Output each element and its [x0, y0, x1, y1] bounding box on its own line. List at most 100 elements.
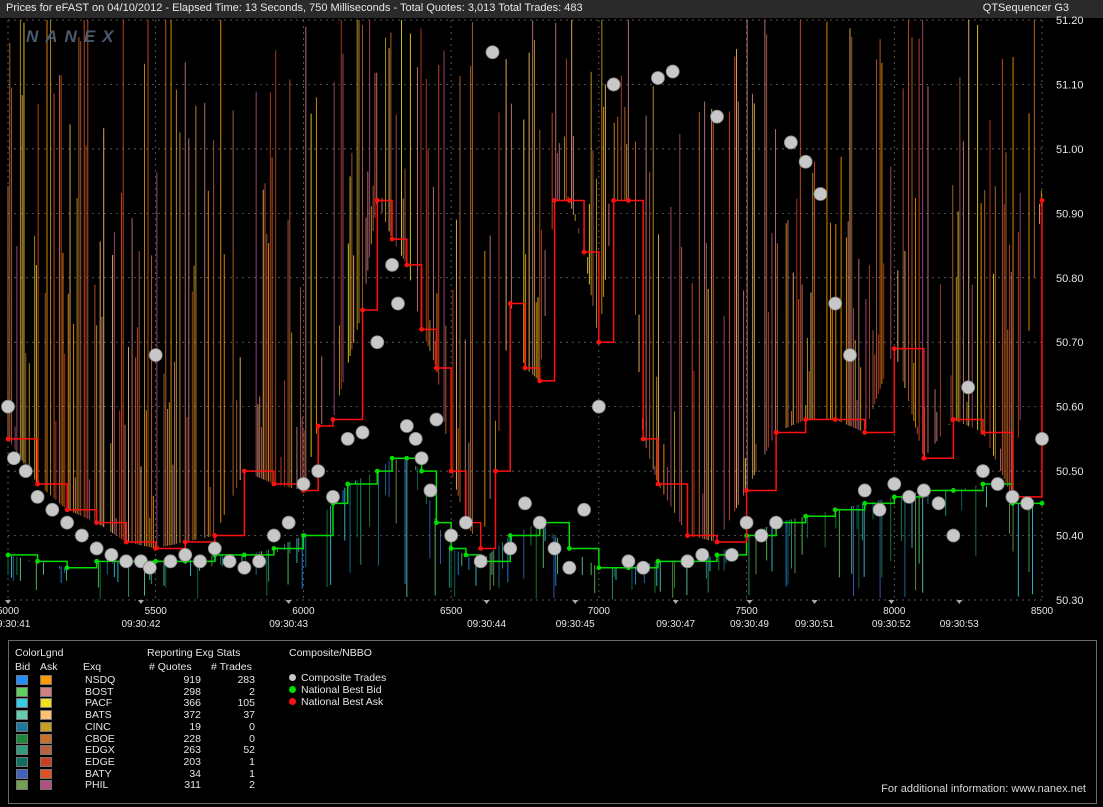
- composite-trade-point: [385, 257, 399, 272]
- composite-trade-point: [18, 464, 33, 479]
- national-best-ask-line-point: [744, 488, 749, 493]
- x-tick-label: 6000: [292, 606, 315, 617]
- national-best-bid-line-point: [241, 552, 247, 558]
- national-best-ask-line-point: [433, 365, 439, 371]
- time-tick-marker: [811, 600, 818, 604]
- national-best-bid-line-point: [389, 455, 395, 461]
- composite-trade-point: [710, 109, 724, 124]
- composite-trade-point: [423, 483, 438, 498]
- exchange-name: NSDQ: [85, 674, 116, 686]
- time-tick-label: 09:30:53: [940, 619, 979, 630]
- national-best-ask-line-point: [581, 249, 587, 255]
- composite-trade-point: [1020, 496, 1035, 511]
- y-tick-label: 50.40: [1056, 531, 1084, 543]
- ask-swatch: [40, 745, 52, 756]
- composite-trade-point: [813, 187, 828, 201]
- composite-trade-point: [976, 464, 990, 479]
- y-axis: 51.20 51.10 51.00 50.90 50.80 50.70 50.60 50.50…: [1056, 15, 1084, 607]
- trade-count: 283: [237, 674, 255, 686]
- composite-trade-point: [163, 554, 178, 569]
- exchange-name: BATY: [85, 767, 112, 780]
- composite-trade-point: [606, 77, 621, 92]
- composite-trade-point: [60, 515, 74, 530]
- composite-trade-point: [946, 528, 961, 543]
- composite-trade-point: [459, 515, 473, 530]
- national-best-ask-line-point: [212, 533, 218, 538]
- composite-trade-point: [30, 489, 45, 504]
- national-best-ask-line-point: [241, 468, 247, 474]
- quote-count: 228: [183, 732, 201, 745]
- national-best-ask-line-point: [950, 417, 956, 422]
- composite-title: Composite/NBBO: [289, 647, 372, 659]
- composite-trade-point: [1005, 489, 1020, 504]
- national-best-ask-line-point: [448, 468, 454, 474]
- y-tick-label: 51.20: [1056, 15, 1084, 27]
- bid-swatch: [16, 721, 28, 732]
- national-best-bid-line-point: [301, 533, 306, 538]
- bid-swatch: [16, 745, 28, 756]
- time-tick-label: 09:30:43: [269, 619, 308, 630]
- trade-count: 52: [243, 744, 255, 757]
- trade-count: 105: [237, 697, 255, 710]
- composite-trade-point: [651, 71, 665, 85]
- bid-swatch: [16, 733, 28, 744]
- bid-swatch: [16, 780, 28, 791]
- national-best-bid-line-point: [35, 558, 40, 564]
- composite-trade-point: [142, 560, 157, 575]
- quote-count: 311: [184, 779, 201, 792]
- composite-trade-point: [577, 502, 591, 517]
- ask-swatch: [40, 756, 52, 767]
- trade-count: 2: [249, 779, 255, 792]
- national-best-bid-line-point: [862, 500, 868, 506]
- trade-count: 0: [249, 720, 255, 733]
- quote-count: 34: [189, 767, 201, 780]
- national-best-ask-line-point: [153, 546, 159, 551]
- marker-dot-icon: [289, 674, 296, 681]
- national-best-ask-line-point: [374, 198, 380, 203]
- composite-trade-point: [562, 560, 577, 575]
- x-tick-label: 7000: [588, 606, 611, 617]
- time-tick-label: 09:30:42: [121, 619, 160, 630]
- ask-swatch: [40, 710, 52, 721]
- composite-trade-point: [931, 496, 946, 511]
- composite-trade-point: [296, 477, 311, 491]
- x-tick-label: 5500: [145, 606, 168, 617]
- national-best-ask-line-point: [626, 198, 631, 203]
- composite-trade-point: [429, 412, 444, 427]
- marker-dot-icon: [289, 698, 296, 705]
- national-best-ask-line-point: [1039, 198, 1045, 203]
- national-best-ask-line-point: [35, 481, 40, 487]
- time-tick-label: 09:30:44: [467, 619, 506, 630]
- bid-header: Bid: [15, 661, 31, 673]
- composite-trade-point: [370, 335, 385, 350]
- quotes-header: # Quotes: [149, 661, 192, 673]
- national-best-ask-line-point: [507, 301, 513, 306]
- composite-trade-point: [518, 496, 532, 511]
- time-tick-marker: [956, 600, 963, 604]
- composite-trade-point: [872, 502, 887, 517]
- y-tick-label: 50.90: [1056, 208, 1084, 220]
- national-best-ask-line-point: [773, 430, 779, 435]
- composite-trade-point: [769, 515, 784, 530]
- bid-swatch: [16, 675, 28, 685]
- trade-count: 2: [249, 685, 255, 698]
- ask-swatch: [40, 675, 52, 685]
- national-best-ask-line-point: [566, 198, 572, 203]
- time-tick-marker: [483, 600, 490, 604]
- composite-trade-point: [665, 64, 680, 79]
- national-best-ask-line-point: [611, 198, 617, 203]
- national-best-ask-line-point: [5, 436, 11, 442]
- composite-trade-point: [193, 554, 207, 569]
- exchange-name: CINC: [85, 720, 111, 733]
- exchange-name: PACF: [85, 697, 113, 710]
- national-best-ask-line-point: [522, 365, 528, 371]
- national-best-ask-line-point: [123, 539, 129, 545]
- exchange-name: CBOE: [85, 732, 115, 745]
- bid-swatch: [16, 756, 28, 767]
- composite-trade-point: [503, 541, 518, 556]
- composite-trade-point: [961, 380, 976, 395]
- ask-swatch: [40, 780, 52, 791]
- time-tick-label: 09:30:51: [795, 619, 834, 630]
- composite-trade-point: [1035, 431, 1049, 446]
- composite-trade-point: [414, 451, 429, 466]
